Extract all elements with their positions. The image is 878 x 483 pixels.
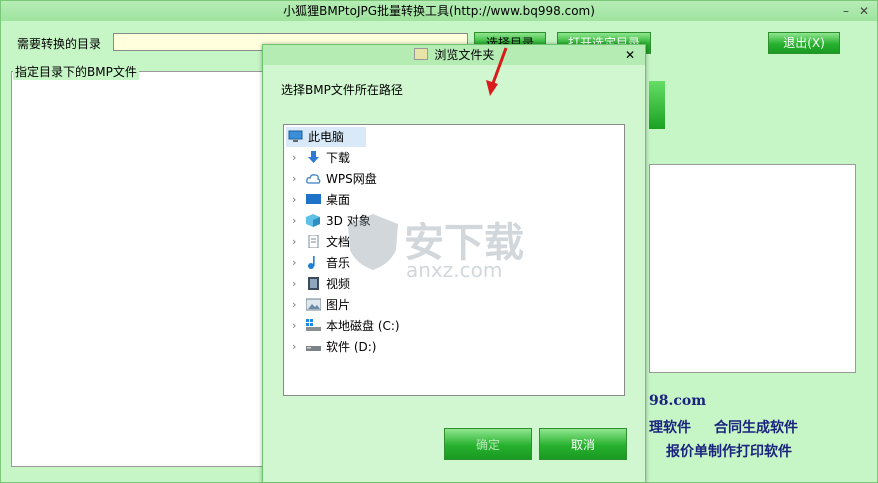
red-arrow-annotation (486, 47, 508, 96)
close-icon[interactable]: ✕ (859, 1, 869, 21)
chevron-right-icon[interactable]: › (292, 337, 302, 357)
chevron-right-icon[interactable]: › (292, 232, 302, 252)
dialog-prompt: 选择BMP文件所在路径 (281, 83, 403, 97)
tree-node-label: 此电脑 (308, 130, 345, 144)
chevron-right-icon[interactable]: › (292, 274, 302, 294)
computer-icon (288, 130, 303, 142)
chevron-right-icon[interactable]: › (292, 295, 302, 315)
bmp-file-list-caption: 指定目录下的BMP文件 (13, 63, 139, 80)
main-titlebar: 小狐狸BMPtoJPG批量转换工具(http://www.bq998.com) … (1, 1, 877, 21)
chevron-right-icon[interactable]: › (292, 211, 302, 231)
tree-node-label: 图片 (326, 298, 351, 312)
local-disk-icon (306, 319, 321, 331)
folder-icon (413, 48, 428, 60)
dir-label: 需要转换的目录 (17, 37, 102, 51)
picture-icon (306, 298, 321, 311)
cancel-button[interactable]: 取消 (539, 428, 627, 460)
tree-node-label: 下载 (326, 151, 351, 165)
drive-icon (306, 346, 321, 351)
promo-link-2[interactable]: 合同生成软件 (714, 417, 798, 437)
music-icon (308, 256, 315, 269)
promo-link-1[interactable]: 理软件 (649, 417, 691, 437)
tree-node-label: 视频 (326, 277, 351, 291)
output-list[interactable] (649, 164, 856, 373)
document-icon (308, 235, 319, 248)
download-icon (308, 151, 319, 163)
tree-node-this-pc[interactable]: 此电脑 (286, 127, 366, 147)
chevron-right-icon[interactable]: › (292, 169, 302, 189)
video-icon (308, 277, 319, 290)
watermark-en: anxz.com (406, 258, 503, 282)
promo-link-3[interactable]: 报价单制作打印软件 (666, 441, 792, 461)
tree-node-label: WPS网盘 (326, 172, 377, 186)
tree-node-label: 软件 (D:) (326, 340, 377, 354)
dialog-close-icon[interactable]: ✕ (625, 45, 635, 65)
chevron-right-icon[interactable]: › (292, 316, 302, 336)
shield-icon (348, 214, 398, 270)
minimize-icon[interactable]: – (843, 1, 849, 21)
ok-button-label: 确定 (475, 438, 500, 452)
bmp-file-list[interactable] (11, 71, 266, 467)
3d-objects-icon (306, 214, 320, 227)
chevron-right-icon[interactable]: › (292, 148, 302, 168)
exit-button[interactable]: 退出(X) (768, 32, 840, 54)
chevron-right-icon[interactable]: › (292, 253, 302, 273)
chevron-right-icon[interactable]: › (292, 190, 302, 210)
ok-button[interactable]: 确定 (444, 428, 532, 460)
main-title: 小狐狸BMPtoJPG批量转换工具(http://www.bq998.com) (283, 4, 595, 18)
tree-node-label: 桌面 (326, 193, 351, 207)
promo-url[interactable]: 98.com (649, 393, 706, 409)
cloud-icon (306, 174, 321, 184)
convert-button[interactable] (649, 81, 665, 129)
desktop-icon (306, 194, 321, 204)
tree-node-label: 本地磁盘 (C:) (326, 319, 400, 333)
dialog-titlebar: 浏览文件夹 ✕ (263, 45, 645, 65)
